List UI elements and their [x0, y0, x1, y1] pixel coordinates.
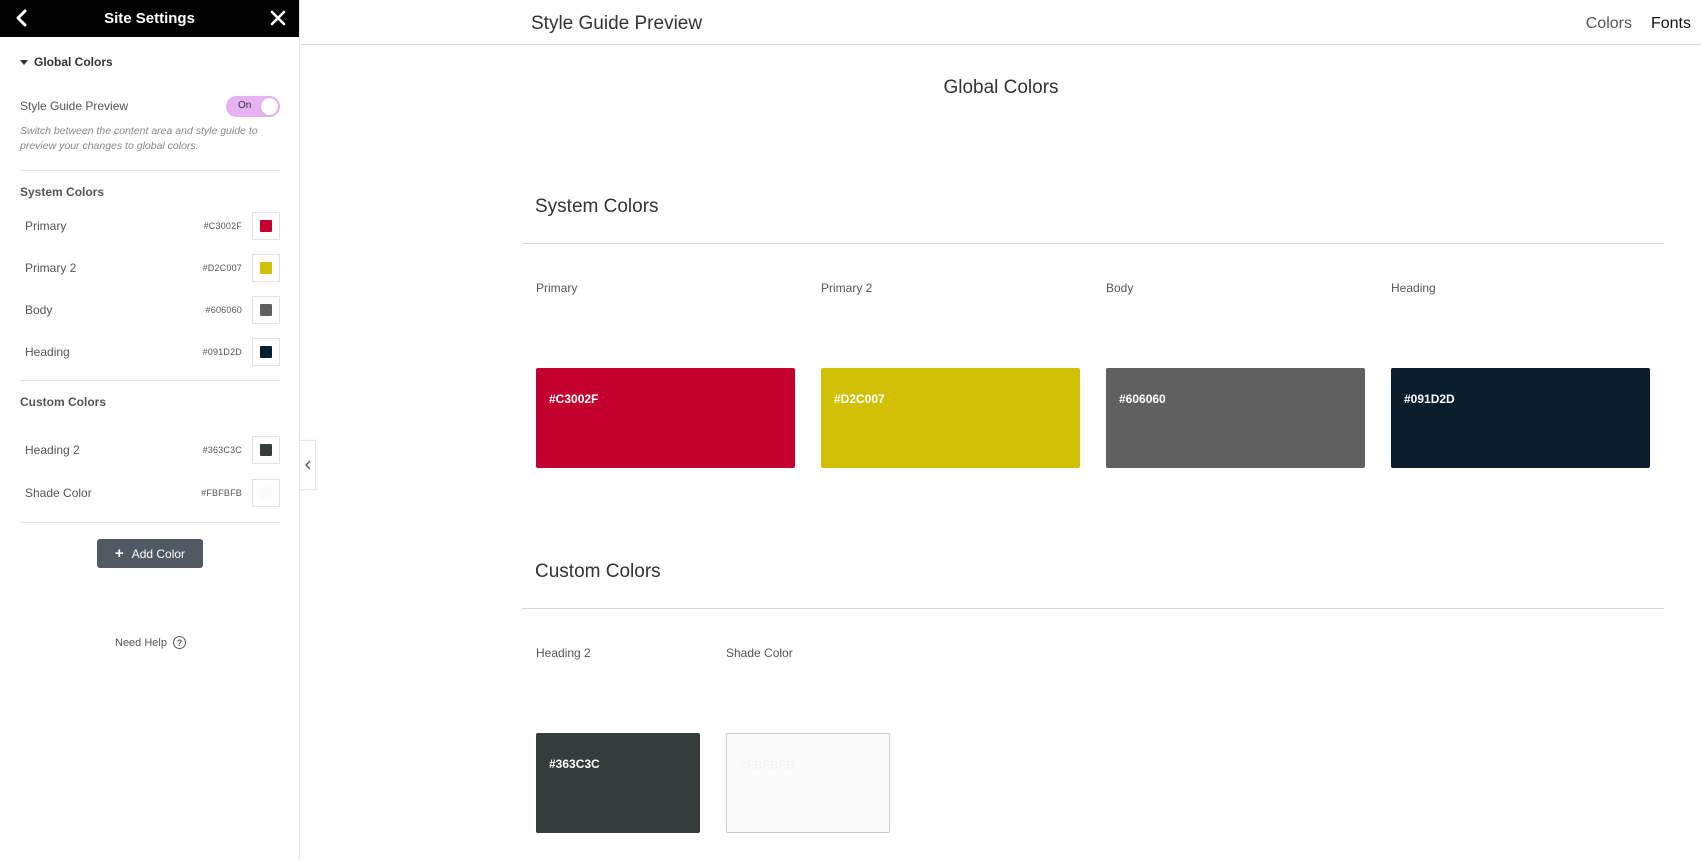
color-hex: #606060 [205, 305, 242, 315]
divider [20, 170, 280, 171]
card-hex: #606060 [1119, 392, 1166, 406]
color-hex: #FBFBFB [201, 488, 242, 498]
need-help-link[interactable]: Need Help ? [115, 636, 186, 649]
card-label: Shade Color [726, 646, 793, 660]
section-divider [522, 608, 1664, 609]
color-picker-button[interactable] [252, 212, 280, 240]
panel-title: Site Settings [104, 10, 195, 27]
plus-icon: + [114, 545, 124, 562]
color-row-body[interactable]: Body #606060 [25, 296, 280, 324]
color-swatch [260, 346, 272, 358]
color-swatch [260, 220, 272, 232]
page-title: Style Guide Preview [531, 13, 703, 34]
custom-colors-title: Custom Colors [20, 395, 107, 409]
color-name: Heading 2 [25, 443, 80, 457]
color-name: Shade Color [25, 486, 92, 500]
add-color-label: Add Color [131, 546, 186, 561]
color-row-primary[interactable]: Primary #C3002F [25, 212, 280, 240]
color-name: Primary [25, 219, 67, 233]
style-guide-preview-label: Style Guide Preview [20, 99, 129, 113]
color-card-heading[interactable]: #091D2D [1391, 368, 1650, 468]
color-swatch [260, 487, 272, 499]
tab-fonts[interactable]: Fonts [1651, 15, 1691, 33]
chevron-left-icon[interactable] [12, 8, 32, 28]
card-hex: #363C3C [549, 757, 600, 771]
color-swatch [260, 304, 272, 316]
color-card-heading-2[interactable]: #363C3C [536, 733, 700, 833]
chevron-left-icon [304, 460, 310, 470]
card-hex: #D2C007 [834, 392, 885, 406]
card-label: Primary [536, 281, 578, 295]
color-picker-button[interactable] [252, 296, 280, 324]
toggle-state-text: On [238, 99, 252, 111]
divider [20, 522, 280, 523]
need-help-label: Need Help [115, 636, 167, 649]
global-colors-section-toggle[interactable]: Global Colors [20, 55, 113, 69]
app-window: Site Settings Global Colors Style Guide … [0, 0, 1701, 860]
color-row-heading[interactable]: Heading #091D2D [25, 338, 280, 366]
card-hex: #C3002F [549, 392, 599, 406]
color-swatch [260, 262, 272, 274]
color-swatch [260, 444, 272, 456]
divider [20, 380, 280, 381]
color-picker-button[interactable] [252, 436, 280, 464]
main-heading: Global Colors [943, 77, 1059, 98]
color-hex: #363C3C [202, 445, 242, 455]
tab-colors[interactable]: Colors [1586, 15, 1632, 33]
color-card-body[interactable]: #606060 [1106, 368, 1365, 468]
color-picker-button[interactable] [252, 479, 280, 507]
section-label: Global Colors [34, 55, 113, 69]
card-label: Primary 2 [821, 281, 873, 295]
collapse-panel-button[interactable] [300, 440, 316, 490]
color-row-primary-2[interactable]: Primary 2 #D2C007 [25, 254, 280, 282]
section-divider [522, 243, 1664, 244]
help-icon: ? [172, 636, 186, 649]
preview-topbar: Style Guide Preview Colors Fonts [301, 0, 1701, 45]
style-guide-toggle[interactable]: On [226, 95, 280, 117]
color-picker-button[interactable] [252, 338, 280, 366]
color-name: Primary 2 [25, 261, 77, 275]
color-card-primary[interactable]: #C3002F [536, 368, 795, 468]
card-hex: #FBFBFB [740, 758, 795, 772]
caret-down-icon [20, 59, 28, 65]
toggle-knob [261, 97, 278, 115]
color-name: Body [25, 303, 53, 317]
card-label: Heading 2 [536, 646, 591, 660]
system-colors-title: System Colors [20, 185, 105, 199]
card-label: Body [1106, 281, 1134, 295]
system-colors-heading: System Colors [535, 196, 659, 217]
color-card-shade-color[interactable]: #FBFBFB [726, 733, 890, 833]
add-color-button[interactable]: + Add Color [97, 539, 203, 568]
site-settings-panel: Site Settings Global Colors Style Guide … [0, 0, 300, 860]
color-row-heading-2[interactable]: Heading 2 #363C3C [25, 436, 280, 464]
preview-tabs: Colors Fonts [1586, 15, 1691, 33]
style-guide-preview-row: Style Guide Preview On [20, 95, 280, 117]
color-row-shade-color[interactable]: Shade Color #FBFBFB [25, 479, 280, 507]
color-card-primary-2[interactable]: #D2C007 [821, 368, 1080, 468]
color-name: Heading [25, 345, 70, 359]
card-hex: #091D2D [1404, 392, 1455, 406]
color-hex: #C3002F [203, 221, 242, 231]
style-guide-description: Switch between the content area and styl… [20, 125, 258, 152]
panel-header: Site Settings [0, 0, 299, 37]
color-picker-button[interactable] [252, 254, 280, 282]
custom-colors-heading: Custom Colors [535, 561, 661, 582]
card-label: Heading [1391, 281, 1436, 295]
close-icon[interactable] [267, 7, 289, 29]
color-hex: #091D2D [202, 347, 242, 357]
color-hex: #D2C007 [202, 263, 242, 273]
